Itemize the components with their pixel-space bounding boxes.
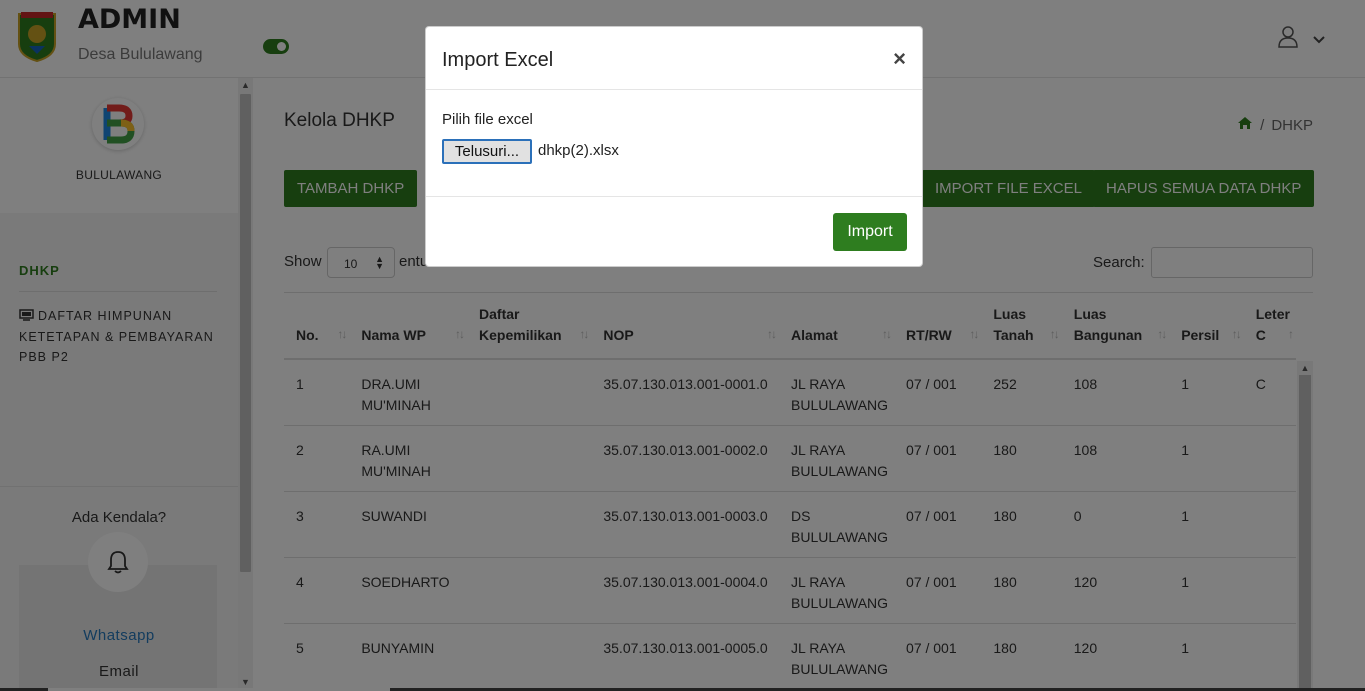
import-submit-button[interactable]: Import <box>833 213 907 251</box>
modal-header: Import Excel × <box>426 27 922 90</box>
selected-file-name: dhkp(2).xlsx <box>538 142 619 159</box>
modal-footer: Import <box>426 197 922 267</box>
file-field-label: Pilih file excel <box>442 111 533 128</box>
modal-title: Import Excel <box>442 49 554 71</box>
modal-body: Pilih file excel Telusuri... dhkp(2).xls… <box>426 90 922 197</box>
import-excel-modal: Import Excel × Pilih file excel Telusuri… <box>425 26 923 267</box>
close-icon[interactable]: × <box>893 46 906 72</box>
browse-file-button[interactable]: Telusuri... <box>442 139 532 164</box>
